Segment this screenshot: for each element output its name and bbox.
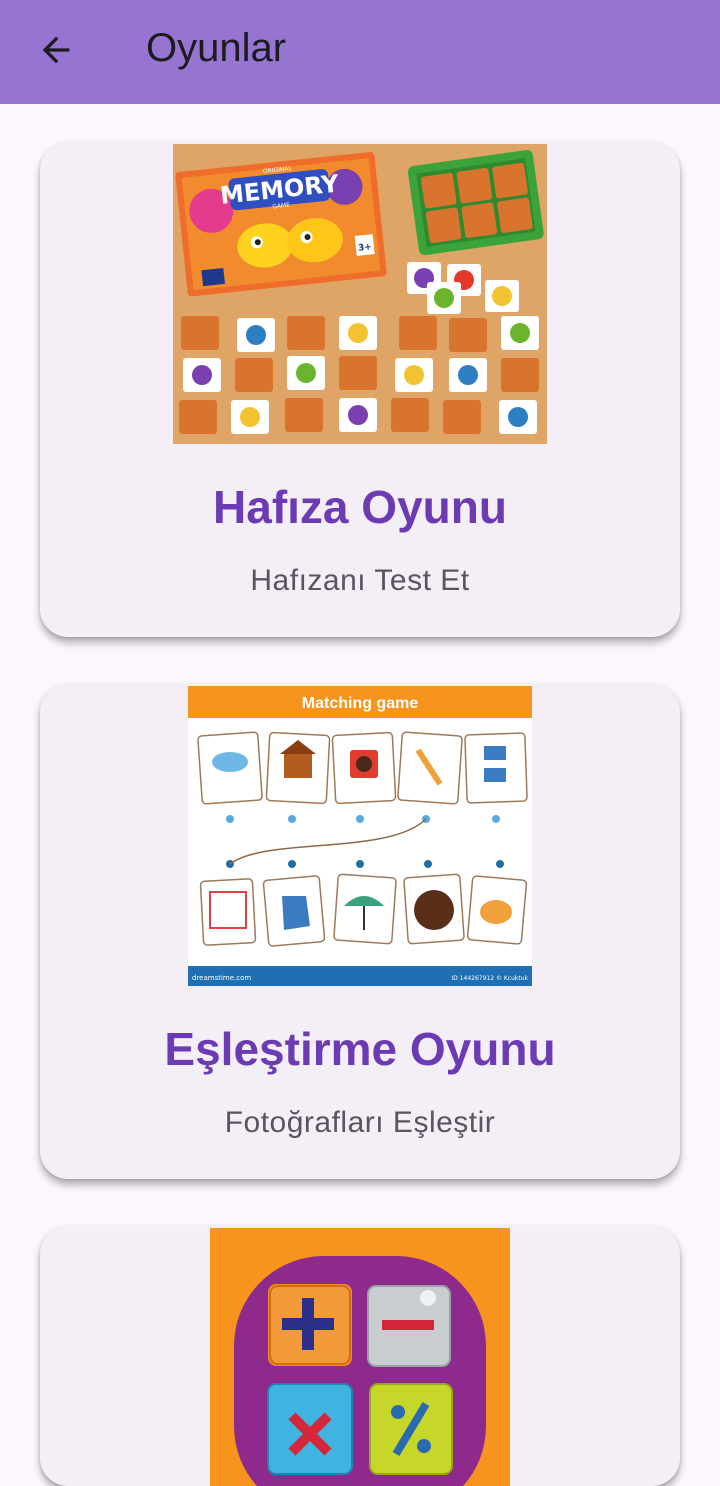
app-bar: Oyunlar bbox=[0, 0, 720, 104]
image-banner-text: Matching game bbox=[302, 695, 419, 712]
game-subtitle: Fotoğrafları Eşleştir bbox=[224, 1106, 496, 1139]
box-label-age: 3+ bbox=[358, 242, 373, 253]
game-card-math[interactable] bbox=[40, 1226, 680, 1486]
memory-game-box-image: ORIGINAL MEMORY GAME 3+ bbox=[173, 144, 547, 444]
game-card-matching[interactable]: Matching game dreamstime.com ID 14426791… bbox=[40, 684, 680, 1179]
game-title: Eşleştirme Oyunu bbox=[164, 1023, 556, 1075]
image-footer-left: dreamstime.com bbox=[192, 974, 251, 982]
back-button[interactable] bbox=[28, 22, 84, 78]
game-title: Hafıza Oyunu bbox=[213, 481, 507, 533]
matching-game-image: Matching game dreamstime.com ID 14426791… bbox=[188, 686, 532, 986]
page-title: Oyunlar bbox=[146, 26, 287, 70]
game-card-memory[interactable]: ORIGINAL MEMORY GAME 3+ Hafıza Oyunu Haf… bbox=[40, 142, 680, 637]
arrow-back-icon bbox=[42, 36, 70, 64]
game-subtitle: Hafızanı Test Et bbox=[250, 564, 470, 597]
image-footer-right: ID 144267912 © Kcuktuk bbox=[451, 975, 528, 982]
math-operations-image bbox=[210, 1228, 510, 1486]
